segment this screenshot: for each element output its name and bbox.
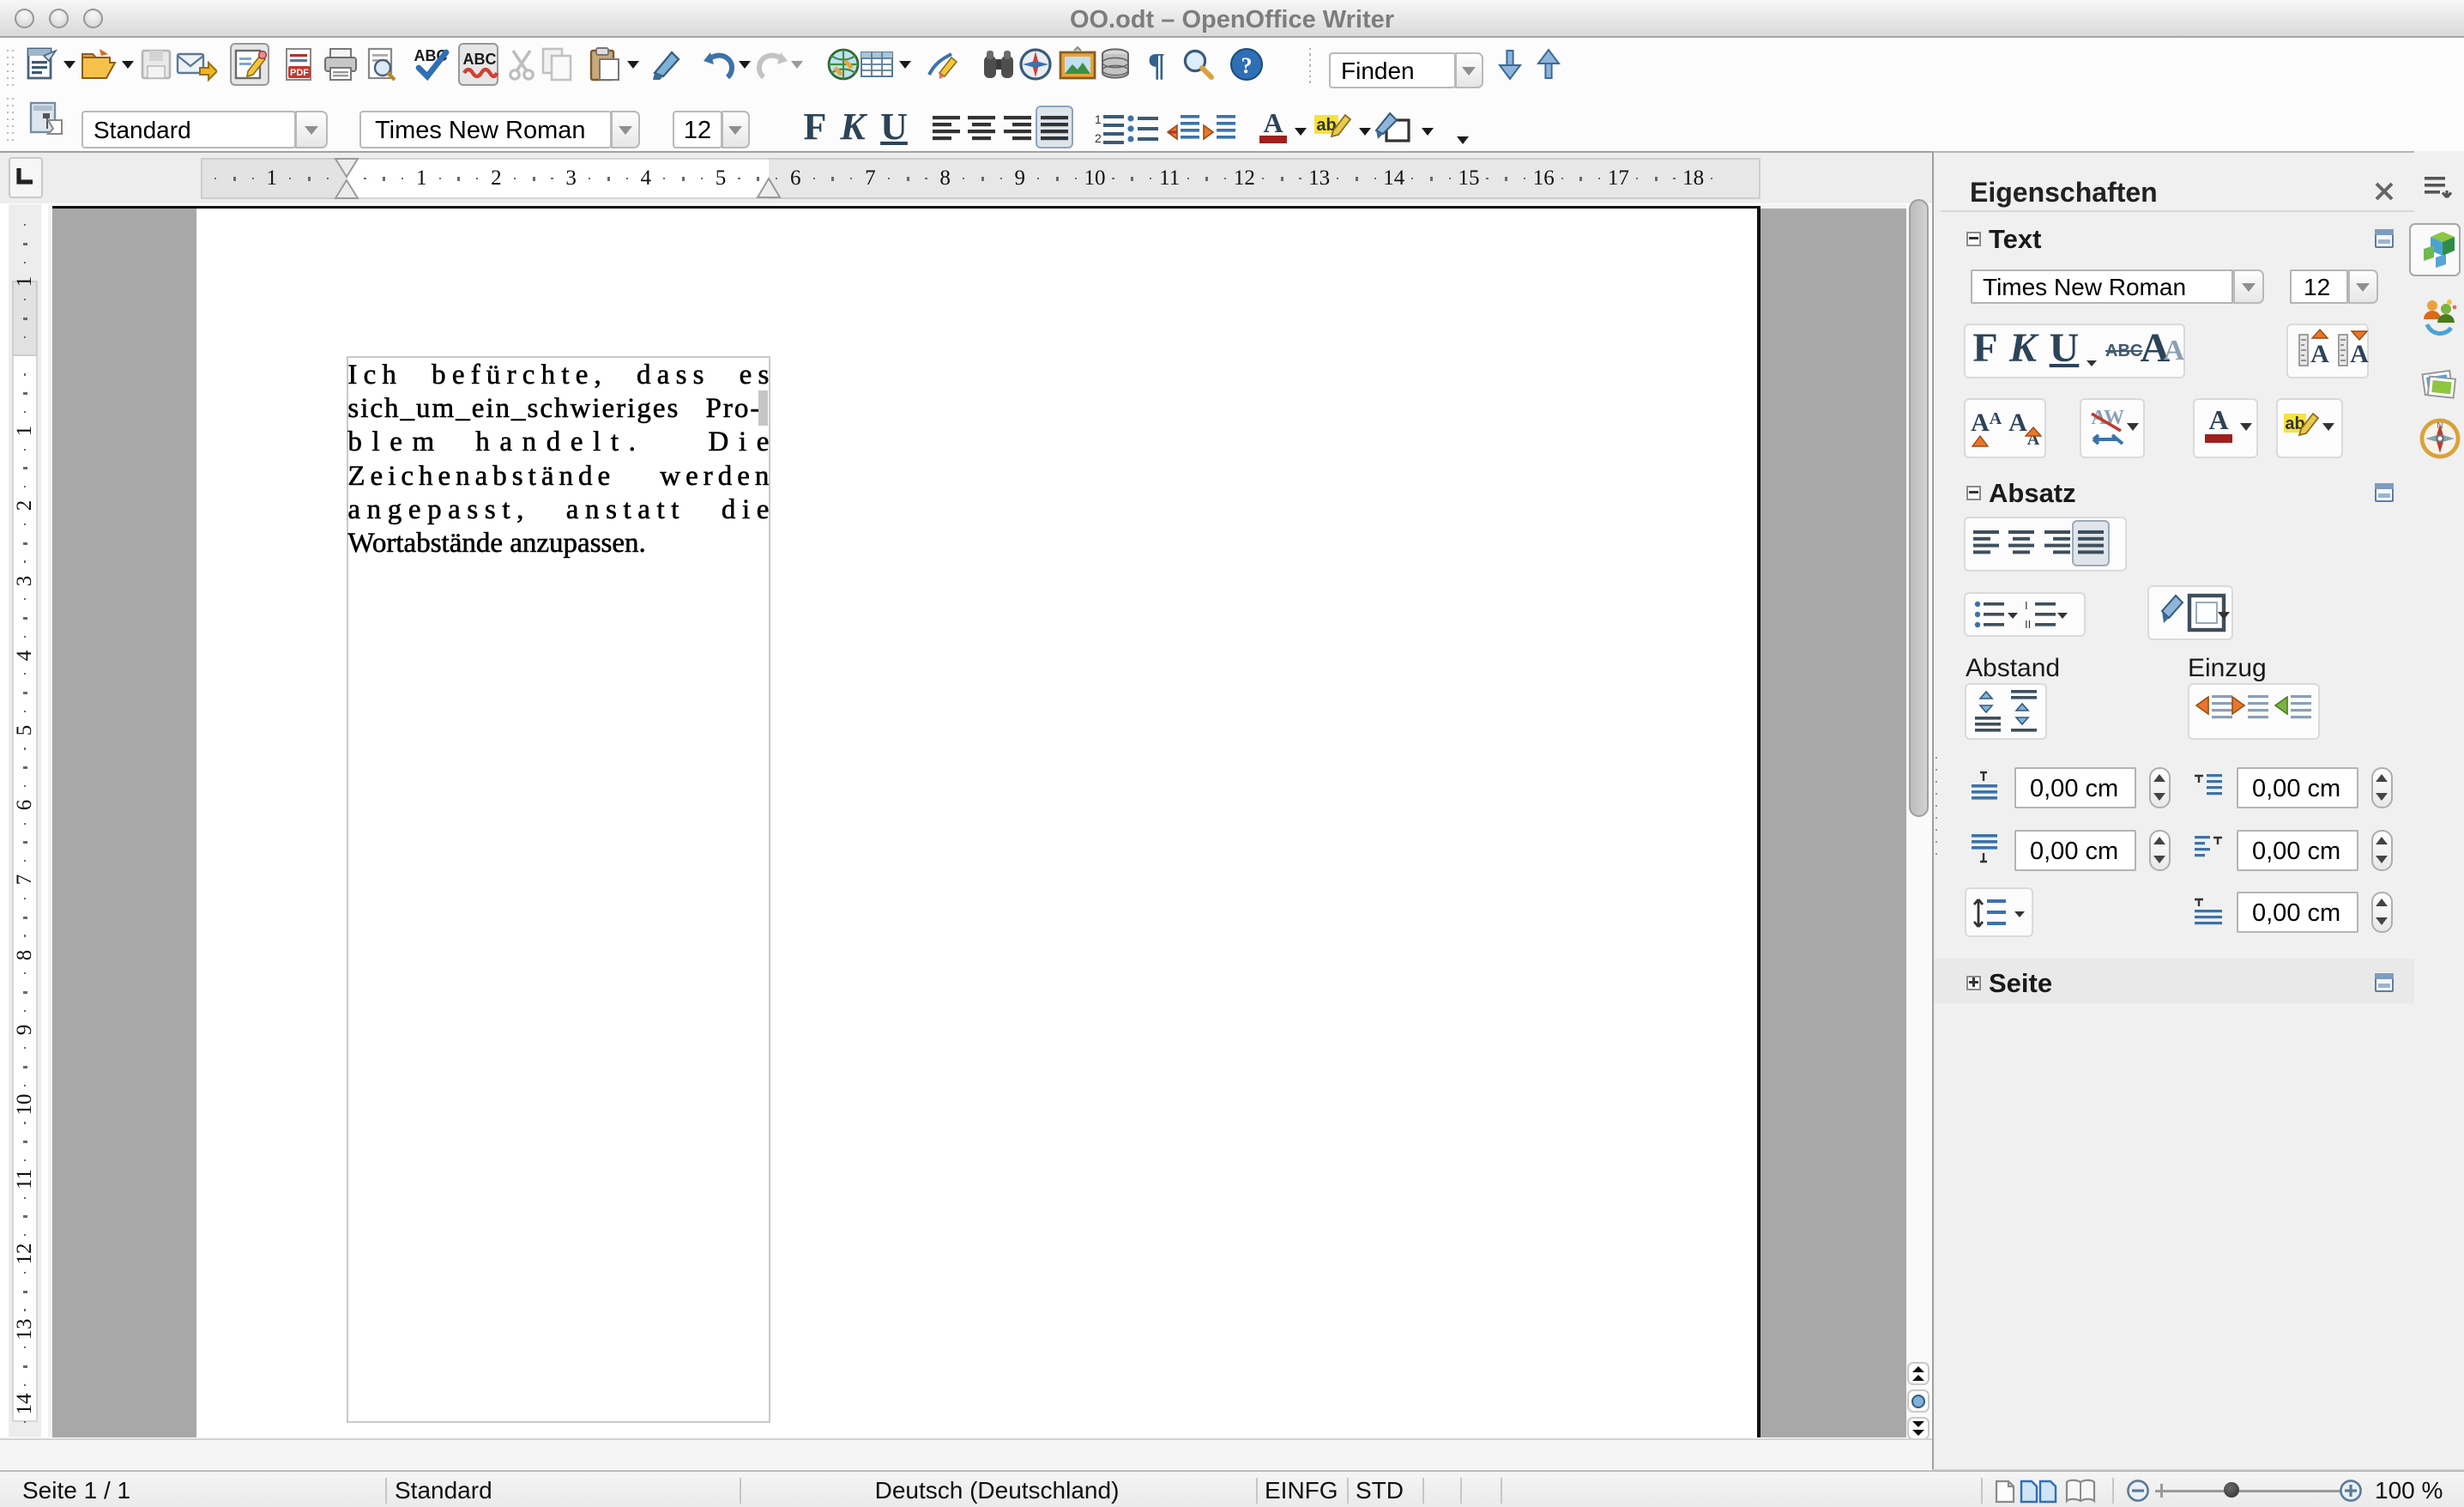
svg-text:¶: ¶ bbox=[1148, 47, 1166, 83]
svg-text:II: II bbox=[2025, 618, 2031, 631]
svg-text:1: 1 bbox=[1095, 112, 1102, 126]
svg-text:A: A bbox=[2310, 340, 2329, 368]
svg-text:N: N bbox=[2437, 421, 2443, 431]
svg-text:PDF: PDF bbox=[290, 68, 309, 78]
svg-text:A: A bbox=[1990, 409, 2002, 428]
svg-text:A: A bbox=[2350, 340, 2369, 368]
svg-text:A: A bbox=[2208, 404, 2228, 435]
svg-text:A: A bbox=[1971, 409, 1990, 437]
svg-text:?: ? bbox=[1241, 53, 1253, 78]
svg-text:ABC: ABC bbox=[463, 51, 497, 68]
svg-text:I: I bbox=[2025, 599, 2028, 612]
svg-text:A: A bbox=[1263, 107, 1283, 138]
svg-text:2: 2 bbox=[1095, 131, 1102, 145]
svg-text:A: A bbox=[2008, 409, 2027, 437]
